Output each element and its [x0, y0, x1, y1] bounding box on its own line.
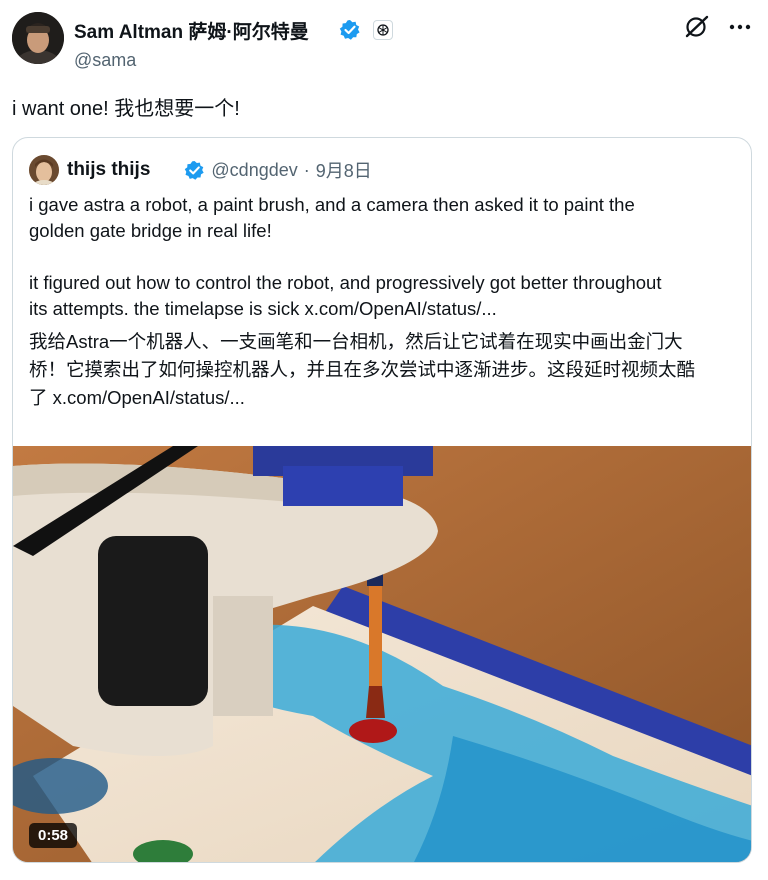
grok-icon[interactable]: [684, 14, 710, 40]
openai-affiliate-icon[interactable]: [372, 20, 393, 40]
quote-translation: 我给Astra一个机器人、一支画笔和一台相机，然后让它试着在现实中画出金门大 桥…: [29, 328, 741, 412]
video-frame: [13, 446, 751, 862]
verified-badge-icon[interactable]: [339, 19, 361, 41]
quote-text: i gave astra a robot, a paint brush, and…: [29, 192, 741, 412]
quote-line: [29, 244, 741, 270]
quote-line: i gave astra a robot, a paint brush, and…: [29, 194, 635, 215]
quote-line: its attempts. the timelapse is sick x.co…: [29, 298, 497, 319]
video-player[interactable]: 0:58: [13, 446, 751, 862]
quoted-post[interactable]: thijs thijs @cdngdev · 9月8日 i gave astra…: [12, 137, 752, 863]
author-handle[interactable]: @sama: [74, 50, 393, 71]
translation-line: 桥！它摸索出了如何操控机器人，并且在多次尝试中逐渐进步。这段延时视频太酷: [29, 359, 696, 380]
quote-date: 9月8日: [315, 161, 372, 181]
translation-line: 了 x.com/OpenAI/status/...: [29, 387, 245, 408]
quote-line: golden gate bridge in real life!: [29, 220, 272, 241]
more-icon[interactable]: [728, 15, 752, 39]
quote-verified-badge-icon: [184, 160, 205, 181]
author-avatar[interactable]: [12, 12, 64, 64]
quote-line: it figured out how to control the robot,…: [29, 272, 662, 293]
quote-author-handle: @cdngdev: [211, 159, 298, 180]
author-name[interactable]: Sam Altman 萨姆·阿尔特曼: [74, 17, 309, 44]
quote-author-avatar: [29, 155, 59, 185]
video-duration: 0:58: [29, 823, 78, 848]
translation-line: 我给Astra一个机器人、一支画笔和一台相机，然后让它试着在现实中画出金门大: [29, 331, 683, 352]
quote-author-name: thijs thijs: [67, 159, 151, 180]
post-text: i want one! 我也想要一个!: [12, 98, 240, 120]
meta-separator: ·: [303, 159, 310, 180]
